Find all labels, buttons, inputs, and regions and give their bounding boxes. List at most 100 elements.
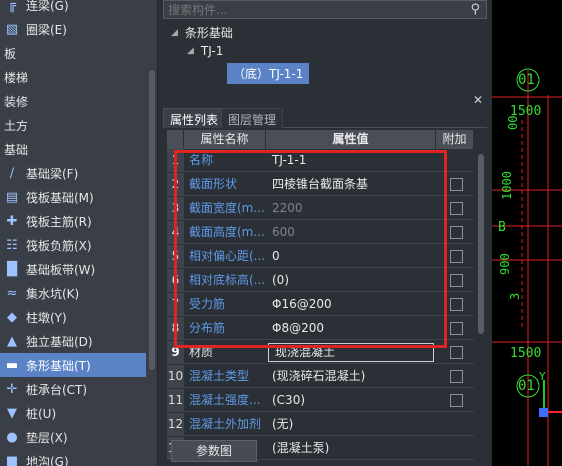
grid-header-name: 属性名称 (184, 130, 266, 149)
component-tree: ◢ 条形基础 ◢ TJ-1 （底）TJ-1-1 (163, 22, 487, 92)
tree-item[interactable]: 基础 (0, 137, 146, 161)
property-name: 分布筋 (189, 321, 226, 335)
row-number: 5 (167, 245, 184, 268)
extra-checkbox[interactable] (450, 370, 463, 383)
property-value[interactable]: (0) (266, 269, 436, 292)
property-row[interactable]: 12 混凝土外加剂 (无) (167, 413, 474, 436)
tab-property-list[interactable]: 属性列表 (163, 108, 226, 128)
tree-item[interactable]: 装修 (0, 89, 146, 113)
grid-header-extra: 附加 (436, 130, 474, 149)
extra-checkbox-cell (436, 389, 474, 412)
tree-item[interactable]: ▲ 独立基础(D) (0, 329, 146, 353)
property-row[interactable]: 5 相对偏心距(... 0 (167, 245, 474, 268)
tree-item[interactable]: ▧ 圈梁(E) (0, 17, 146, 41)
row-number: 4 (167, 221, 184, 244)
extra-checkbox-cell (436, 437, 474, 460)
row-number: 9 (167, 341, 184, 364)
scroll-thumb[interactable] (149, 70, 155, 370)
property-row[interactable]: 9 材质 现浇混凝土 (167, 341, 474, 364)
tree-node-leaf-selected[interactable]: （底）TJ-1-1 (227, 63, 310, 84)
tree-item[interactable]: ◆ 柱墩(Y) (0, 305, 146, 329)
property-value-input[interactable]: 现浇混凝土 (268, 343, 434, 362)
extra-checkbox[interactable] (450, 226, 463, 239)
foundation-beam-icon: ∕ (9, 165, 15, 181)
tree-item[interactable]: ≈ 集水坑(K) (0, 281, 146, 305)
tree-item[interactable]: ● 垫层(X) (0, 425, 146, 449)
property-row[interactable]: 3 截面宽度(m... 2200 (167, 197, 474, 220)
cad-dimension-label: 900 (498, 253, 512, 275)
property-row[interactable]: 10 混凝土类型 (现浇碎石混凝土) (167, 365, 474, 388)
isolated-footing-icon: ▲ (7, 333, 17, 349)
grid-scrollbar[interactable] (477, 150, 485, 420)
close-icon[interactable]: ✕ (473, 93, 483, 107)
property-value[interactable]: (无) (266, 413, 436, 436)
cad-dimension-label: Y (539, 370, 546, 383)
property-value[interactable]: (现浇碎石混凝土) (266, 365, 436, 388)
extra-checkbox[interactable] (450, 394, 463, 407)
tree-item[interactable]: ✛ 桩承台(CT) (0, 377, 146, 401)
property-row[interactable]: 11 混凝土强度... (C30) (167, 389, 474, 412)
search-icon[interactable]: ⚲ (470, 2, 480, 17)
tree-item-label: 桩承台(CT) (26, 382, 88, 397)
tree-item[interactable]: ▼ 桩(U) (0, 401, 146, 425)
tree-node-root[interactable]: ◢ 条形基础 (171, 24, 233, 41)
tree-item[interactable]: ✚ 筏板主筋(R) (0, 209, 146, 233)
property-name: 材质 (189, 345, 214, 359)
cad-dimension-label: 01 (518, 378, 535, 394)
pile-icon: ▼ (7, 405, 17, 421)
extra-checkbox-cell (436, 341, 474, 364)
tree-item[interactable]: ▬ 条形基础(T) (0, 353, 146, 377)
row-number: 2 (167, 173, 184, 196)
property-value[interactable]: Φ8@200 (266, 317, 436, 340)
expand-arrow-icon[interactable]: ◢ (187, 46, 194, 56)
property-value[interactable]: 0 (266, 245, 436, 268)
extra-checkbox-cell (436, 365, 474, 388)
property-row[interactable]: 7 受力筋 Φ16@200 (167, 293, 474, 316)
extra-checkbox[interactable] (450, 178, 463, 191)
property-row[interactable]: 2 截面形状 四棱锥台截面条基 (167, 173, 474, 196)
tree-item[interactable]: ∕ 基础梁(F) (0, 161, 146, 185)
tab-layer-management[interactable]: 图层管理 (221, 108, 284, 128)
property-value[interactable]: TJ-1-1 (266, 149, 436, 172)
extra-checkbox[interactable] (450, 346, 463, 359)
property-value[interactable]: (C30) (266, 389, 436, 412)
extra-checkbox-cell (436, 269, 474, 292)
tree-item[interactable]: █ 基础板带(W) (0, 257, 146, 281)
property-row[interactable]: 4 截面高度(m... 600 (167, 221, 474, 244)
extra-checkbox[interactable] (450, 250, 463, 263)
property-value[interactable]: 2200 (266, 197, 436, 220)
row-number: 1 (167, 149, 184, 172)
extra-checkbox[interactable] (450, 298, 463, 311)
property-name: 相对偏心距(... (189, 249, 266, 263)
property-value[interactable]: 600 (266, 221, 436, 244)
cad-drawing-canvas[interactable]: 01 1500 00 1000 B 900 3 1500 01 Y (492, 0, 562, 466)
property-value[interactable]: Φ16@200 (266, 293, 436, 316)
tree-item[interactable]: 板 (0, 41, 146, 65)
tree-item-label: 装修 (4, 94, 29, 109)
tree-item[interactable]: 楼梯 (0, 65, 146, 89)
property-value[interactable]: 四棱锥台截面条基 (266, 173, 436, 196)
row-number: 11 (167, 389, 184, 412)
component-search[interactable]: ⚲ (163, 0, 487, 19)
property-name: 混凝土外加剂 (189, 417, 262, 431)
property-row[interactable]: 6 相对底标高(... (0) (167, 269, 474, 292)
tree-item[interactable]: ╔ 连梁(G) (0, 0, 146, 17)
tree-node-child[interactable]: ◢ TJ-1 (187, 44, 223, 58)
tree-item[interactable]: 土方 (0, 113, 146, 137)
tree-item[interactable]: ■ 地沟(G) (0, 449, 146, 466)
extra-checkbox[interactable] (450, 322, 463, 335)
search-input[interactable] (168, 2, 458, 17)
pile-cap-icon: ✛ (6, 381, 18, 397)
extra-checkbox[interactable] (450, 274, 463, 287)
expand-arrow-icon[interactable]: ◢ (171, 28, 178, 38)
property-row[interactable]: 1 名称 TJ-1-1 (167, 149, 474, 172)
extra-checkbox[interactable] (450, 202, 463, 215)
tree-scrollbar[interactable] (146, 0, 157, 466)
property-row[interactable]: 8 分布筋 Φ8@200 (167, 317, 474, 340)
parameter-diagram-button[interactable]: 参数图 (171, 440, 257, 462)
tree-item[interactable]: ▤ 筏板基础(M) (0, 185, 146, 209)
extra-checkbox-cell (436, 221, 474, 244)
scroll-thumb[interactable] (478, 154, 484, 334)
tree-item[interactable]: ☷ 筏板负筋(X) (0, 233, 146, 257)
property-value[interactable]: (混凝土泵) (266, 437, 436, 460)
